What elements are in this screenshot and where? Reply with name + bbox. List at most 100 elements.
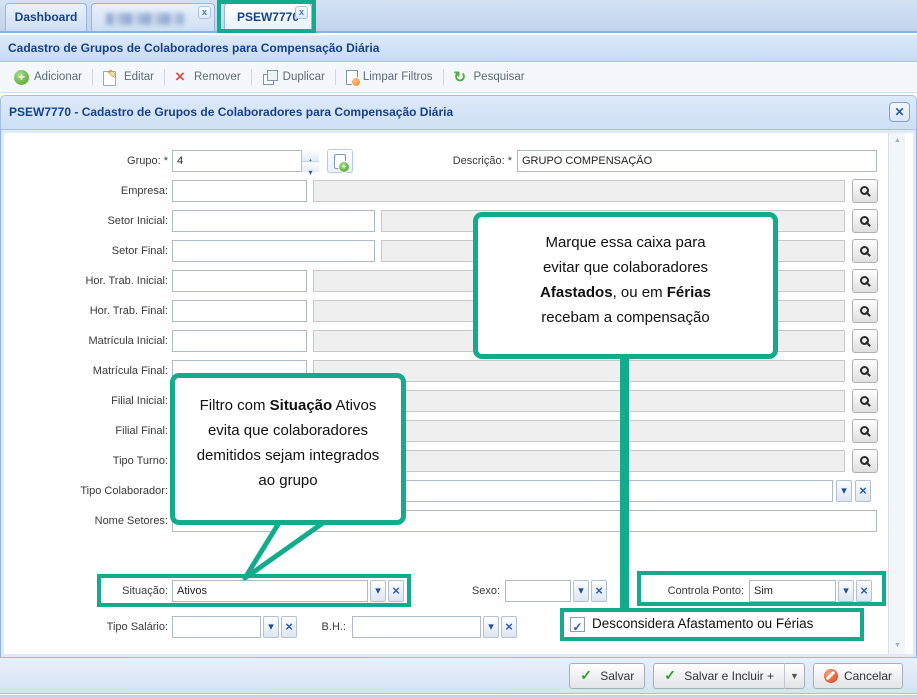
chevron-down-icon[interactable]: [483, 616, 499, 638]
filial-final-lookup-button[interactable]: [852, 419, 878, 443]
magnifier-icon: [860, 456, 869, 465]
matricula-inicial-input[interactable]: [172, 330, 307, 352]
new-record-button[interactable]: [327, 149, 353, 173]
clear-icon[interactable]: [591, 580, 607, 602]
scroll-down-icon[interactable]: ▼: [889, 638, 906, 654]
cancel-icon: [824, 669, 838, 683]
tab-strip: Dashboard x PSEW7770 x: [0, 0, 917, 33]
app-window: Dashboard x PSEW7770 x Cadastro de Grupo…: [0, 0, 917, 698]
setor-final-label: Setor Final:: [4, 240, 168, 262]
callout-text: , ou em: [613, 284, 667, 301]
filial-final-label: Filial Final:: [4, 420, 168, 442]
descricao-label: Descrição: *: [400, 150, 512, 172]
tipo-salario-combo[interactable]: [172, 616, 261, 638]
chevron-down-icon[interactable]: [263, 616, 279, 638]
clear-filters-button[interactable]: Limpar Filtros: [338, 65, 441, 89]
sexo-combo[interactable]: [505, 580, 571, 602]
grupo-label: Grupo: *: [4, 150, 168, 172]
cancel-button-label: Cancelar: [844, 669, 892, 683]
vertical-scrollbar[interactable]: ▲ ▼: [888, 133, 905, 654]
magnifier-icon: [860, 306, 869, 315]
descricao-input[interactable]: [517, 150, 877, 172]
setor-inicial-input[interactable]: [172, 210, 375, 232]
search-button-label: Pesquisar: [474, 71, 525, 83]
callout-text: ao grupo: [258, 472, 317, 489]
magnifier-icon: [860, 276, 869, 285]
edit-button-label: Editar: [124, 71, 154, 83]
bh-label: B.H.:: [300, 616, 346, 638]
panel-header: PSEW7770 - Cadastro de Grupos de Colabor…: [0, 95, 917, 130]
save-and-add-button[interactable]: Salvar e Incluir +: [653, 663, 785, 689]
save-and-add-menu-arrow[interactable]: ▼: [785, 663, 805, 689]
hor-trab-inicial-input[interactable]: [172, 270, 307, 292]
hor-trab-final-input[interactable]: [172, 300, 307, 322]
tab-censored[interactable]: x: [91, 3, 215, 31]
empresa-input[interactable]: [172, 180, 307, 202]
clear-filters-icon: [346, 70, 358, 85]
save-button[interactable]: Salvar: [569, 663, 645, 689]
callout-text: demitidos sejam integrados: [197, 447, 380, 464]
setor-inicial-lookup-button[interactable]: [852, 209, 878, 233]
setor-final-input[interactable]: [172, 240, 375, 262]
empresa-lookup-button[interactable]: [852, 179, 878, 203]
hor-trab-inicial-lookup-button[interactable]: [852, 269, 878, 293]
bh-combo[interactable]: [352, 616, 481, 638]
tab-label: Dashboard: [15, 10, 78, 24]
clear-icon[interactable]: [855, 480, 871, 502]
callout-text: Marque essa caixa para: [545, 234, 705, 251]
callout-text: Filtro com: [200, 397, 270, 414]
hor-trab-final-lookup-button[interactable]: [852, 299, 878, 323]
chevron-down-icon[interactable]: [573, 580, 589, 602]
callout-text: Ativos: [332, 397, 376, 414]
tipo-colaborador-label: Tipo Colaborador:: [4, 480, 168, 502]
clear-filters-button-label: Limpar Filtros: [363, 71, 433, 83]
magnifier-icon: [860, 246, 869, 255]
toolbar-separator: [251, 69, 252, 85]
footer-bar: Salvar Salvar e Incluir + ▼ Cancelar: [0, 657, 917, 694]
cancel-button[interactable]: Cancelar: [813, 663, 903, 689]
matricula-final-lookup-button[interactable]: [852, 359, 878, 383]
tab-dashboard[interactable]: Dashboard: [5, 3, 87, 31]
scroll-up-icon[interactable]: ▲: [889, 133, 906, 149]
tipo-turno-lookup-button[interactable]: [852, 449, 878, 473]
remove-button[interactable]: Remover: [167, 65, 249, 89]
hor-trab-inicial-label: Hor. Trab. Inicial:: [4, 270, 168, 292]
search-button[interactable]: Pesquisar: [446, 65, 533, 89]
grupo-input[interactable]: [172, 150, 319, 172]
refresh-search-icon: [454, 69, 469, 85]
annotation-highlight-controla-ponto: [637, 571, 886, 606]
save-and-add-button-label: Salvar e Incluir +: [684, 669, 774, 683]
add-button[interactable]: Adicionar: [6, 65, 90, 89]
setor-final-lookup-button[interactable]: [852, 239, 878, 263]
annotation-connector-line: [620, 354, 629, 612]
toolbar-separator: [92, 69, 93, 85]
empresa-readonly-field: [313, 180, 845, 202]
clear-icon[interactable]: [281, 616, 297, 638]
sexo-label: Sexo:: [440, 580, 500, 602]
callout-text-bold: Situação: [270, 397, 333, 414]
duplicate-button[interactable]: Duplicar: [254, 65, 333, 89]
magnifier-icon: [860, 426, 869, 435]
tab-close-icon[interactable]: x: [198, 6, 211, 19]
tipo-turno-label: Tipo Turno:: [4, 450, 168, 472]
section-header: Cadastro de Grupos de Colaboradores para…: [0, 35, 917, 62]
magnifier-icon: [860, 186, 869, 195]
callout-text: evitar que colaboradores: [543, 259, 708, 276]
annotation-highlight-tab: [217, 0, 316, 33]
grupo-spinner: [301, 150, 318, 172]
panel-close-icon[interactable]: ✕: [889, 102, 910, 122]
callout-text-bold: Férias: [667, 284, 711, 301]
toolbar-separator: [164, 69, 165, 85]
spinner-up-icon[interactable]: [302, 150, 319, 161]
censored-tab-label: [106, 13, 184, 25]
edit-button[interactable]: Editar: [95, 65, 162, 89]
filial-inicial-lookup-button[interactable]: [852, 389, 878, 413]
clear-icon[interactable]: [501, 616, 517, 638]
save-button-label: Salvar: [600, 669, 634, 683]
chevron-down-icon[interactable]: [836, 480, 852, 502]
spinner-down-icon[interactable]: [302, 161, 319, 172]
matricula-inicial-label: Matrícula Inicial:: [4, 330, 168, 352]
matricula-inicial-lookup-button[interactable]: [852, 329, 878, 353]
add-icon: [14, 70, 29, 85]
magnifier-icon: [860, 366, 869, 375]
